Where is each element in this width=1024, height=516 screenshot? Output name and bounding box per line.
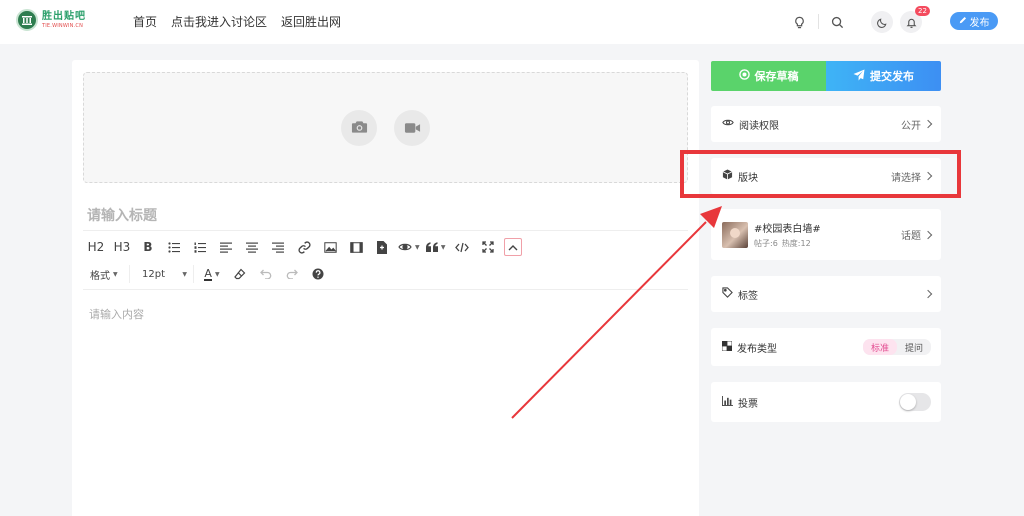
quote-icon[interactable]: ▼	[425, 237, 446, 257]
topic-action: 话题	[901, 231, 921, 242]
notification-badge: 22	[915, 6, 930, 16]
numbered-list-icon[interactable]	[190, 237, 210, 257]
search-icon[interactable]	[828, 13, 846, 31]
record-circle-icon	[738, 69, 750, 83]
chevron-down-icon: ▼	[182, 270, 187, 278]
format-select[interactable]: 格式 ▼	[86, 265, 130, 283]
editor-card: 请输入标题 H2 H3 B ▼ ▼ 格式 ▼ 12pt ▼ A ▼ 请输入内容	[72, 60, 699, 516]
topic-heat: 热度:12	[781, 239, 811, 248]
insert-file-icon[interactable]	[372, 237, 392, 257]
topic-avatar	[722, 221, 748, 248]
vote-toggle[interactable]	[899, 393, 931, 411]
insert-media-icon[interactable]	[346, 237, 366, 257]
checker-icon	[721, 340, 733, 354]
heading-3-button[interactable]: H3	[112, 237, 132, 257]
post-type-segmented-control: 标准 提问	[862, 339, 931, 355]
annotation-highlight-box	[680, 150, 961, 198]
upload-image-button[interactable]	[341, 110, 377, 146]
title-divider	[83, 230, 688, 231]
insert-image-icon[interactable]	[320, 237, 340, 257]
logo-emblem-icon	[16, 9, 38, 31]
save-draft-button[interactable]: 保存草稿	[711, 61, 826, 91]
paper-plane-icon	[853, 69, 865, 84]
logo-subtitle: TIE.WINWIN.CN	[42, 22, 84, 29]
post-type-row: 发布类型 标准 提问	[711, 328, 941, 366]
eraser-icon[interactable]	[230, 264, 250, 284]
site-logo[interactable]: 胜出贴吧 TIE.WINWIN.CN	[16, 9, 86, 31]
title-input[interactable]: 请输入标题	[87, 205, 157, 225]
save-draft-label: 保存草稿	[754, 70, 799, 83]
preview-eye-icon[interactable]: ▼	[398, 237, 420, 257]
pencil-icon	[959, 16, 967, 27]
toolbar-divider	[83, 289, 688, 290]
format-select-value: 格式	[90, 270, 110, 282]
lightbulb-icon[interactable]	[790, 13, 808, 31]
publish-label: 发布	[969, 17, 990, 29]
font-color-letter: A	[204, 266, 212, 281]
font-size-select[interactable]: 12pt ▼	[138, 265, 194, 283]
font-size-value: 12pt	[142, 268, 165, 280]
heading-2-button[interactable]: H2	[86, 237, 106, 257]
collapse-toolbar-button[interactable]	[503, 238, 522, 256]
nav-back-to-site[interactable]: 返回胜出网	[281, 13, 341, 30]
topic-name: #校园表白墙#	[754, 224, 821, 235]
bar-chart-icon	[722, 395, 733, 409]
help-icon[interactable]	[308, 264, 328, 284]
post-type-question[interactable]: 提问	[897, 339, 931, 355]
topic-post-count: 帖子:6	[754, 239, 778, 248]
undo-icon[interactable]	[256, 264, 276, 284]
media-upload-area[interactable]	[83, 72, 688, 183]
tag-icon	[722, 287, 733, 301]
chevron-down-icon: ▼	[214, 270, 220, 278]
topic-row[interactable]: #校园表白墙# 帖子:6 热度:12 话题	[711, 209, 941, 260]
bell-icon	[906, 13, 917, 32]
vote-row: 投票	[711, 382, 941, 422]
publish-button[interactable]: 发布	[950, 12, 998, 30]
top-header: 胜出贴吧 TIE.WINWIN.CN 首页 点击我进入讨论区 返回胜出网 22 …	[0, 0, 1024, 44]
nav-discussion[interactable]: 点击我进入讨论区	[171, 13, 267, 30]
dark-mode-toggle[interactable]	[871, 11, 893, 33]
nav-home[interactable]: 首页	[133, 13, 157, 30]
link-icon[interactable]	[294, 237, 314, 257]
video-camera-icon	[404, 119, 421, 138]
chevron-up-icon	[508, 241, 518, 254]
chevron-down-icon: ▼	[113, 270, 118, 278]
vote-label: 投票	[738, 398, 758, 410]
tags-row[interactable]: 标签	[711, 276, 941, 312]
submit-publish-label: 提交发布	[870, 70, 914, 83]
chevron-down-icon: ▼	[415, 243, 420, 251]
editor-toolbar: H2 H3 B ▼ ▼	[86, 237, 528, 257]
read-permission-value: 公开	[901, 120, 921, 132]
eye-icon	[722, 118, 734, 130]
post-type-label: 发布类型	[737, 343, 777, 355]
chevron-right-icon	[923, 289, 933, 299]
code-icon[interactable]	[452, 237, 472, 257]
read-permission-row[interactable]: 阅读权限 公开	[711, 106, 941, 142]
align-right-icon[interactable]	[268, 237, 288, 257]
moon-icon	[876, 13, 888, 32]
upload-video-button[interactable]	[394, 110, 430, 146]
content-editor[interactable]: 请输入内容	[89, 306, 144, 322]
toggle-knob	[900, 394, 916, 410]
submit-publish-button[interactable]: 提交发布	[826, 61, 941, 91]
bullet-list-icon[interactable]	[164, 237, 184, 257]
redo-icon[interactable]	[282, 264, 302, 284]
chevron-down-icon: ▼	[440, 243, 446, 251]
header-divider	[818, 14, 819, 29]
bold-button[interactable]: B	[138, 237, 158, 257]
read-permission-label: 阅读权限	[739, 120, 779, 132]
chevron-right-icon	[923, 119, 933, 129]
chevron-right-icon	[923, 230, 933, 239]
editor-toolbar-secondary: 格式 ▼ 12pt ▼ A ▼	[86, 264, 334, 284]
post-type-standard[interactable]: 标准	[862, 339, 897, 355]
align-left-icon[interactable]	[216, 237, 236, 257]
fullscreen-icon[interactable]	[478, 237, 498, 257]
font-color-button[interactable]: A ▼	[202, 264, 222, 284]
logo-title: 胜出贴吧	[42, 10, 86, 22]
camera-icon	[351, 119, 368, 138]
align-center-icon[interactable]	[242, 237, 262, 257]
tags-label: 标签	[738, 290, 758, 302]
main-nav: 首页 点击我进入讨论区 返回胜出网	[133, 13, 341, 30]
